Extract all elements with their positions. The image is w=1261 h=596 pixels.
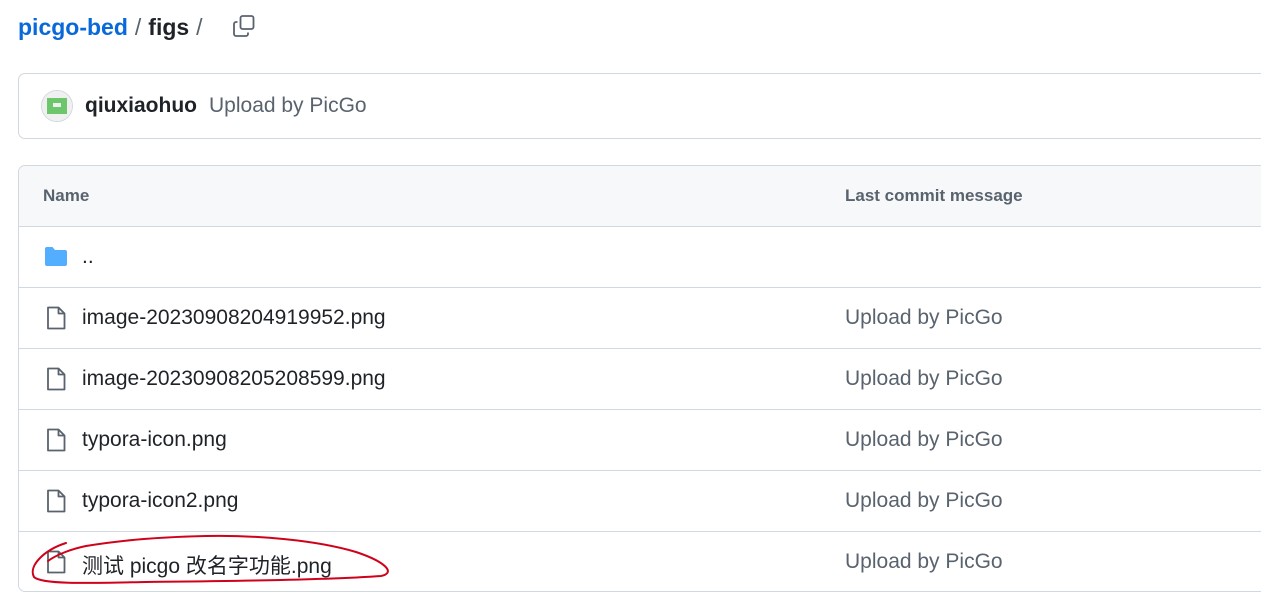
breadcrumb: picgo-bed / figs /: [18, 10, 210, 44]
identicon-avatar: [42, 91, 72, 121]
file-name-link[interactable]: typora-icon.png: [82, 428, 227, 452]
file-name-link[interactable]: typora-icon2.png: [82, 489, 238, 513]
file-commit-message-link[interactable]: Upload by PicGo: [845, 428, 1003, 452]
table-row: typora-icon2.png Upload by PicGo: [19, 471, 1261, 532]
file-name-link[interactable]: 测试 picgo 改名字功能.png: [82, 550, 332, 580]
breadcrumb-separator: /: [134, 13, 142, 40]
table-row: image-20230908204919952.png Upload by Pi…: [19, 288, 1261, 349]
file-icon: [43, 427, 69, 453]
copy-path-button[interactable]: [226, 8, 262, 44]
file-icon: [43, 305, 69, 331]
file-name-link[interactable]: image-20230908205208599.png: [82, 367, 386, 391]
parent-directory-row[interactable]: ..: [19, 227, 1261, 288]
file-commit-message-link[interactable]: Upload by PicGo: [845, 306, 1003, 330]
column-header-name: Name: [43, 186, 90, 205]
file-commit-message-link[interactable]: Upload by PicGo: [845, 550, 1003, 574]
table-row: typora-icon.png Upload by PicGo: [19, 410, 1261, 471]
latest-commit-box: qiuxiaohuo Upload by PicGo: [18, 73, 1261, 139]
author-avatar[interactable]: [41, 90, 73, 122]
breadcrumb-trailing-separator: /: [196, 13, 203, 40]
commit-message-link[interactable]: Upload by PicGo: [209, 94, 367, 118]
file-icon: [43, 549, 69, 575]
parent-directory-link[interactable]: ..: [82, 245, 94, 269]
file-commit-message-link[interactable]: Upload by PicGo: [845, 489, 1003, 513]
table-row: 测试 picgo 改名字功能.png Upload by PicGo: [19, 532, 1261, 591]
file-icon: [43, 488, 69, 514]
copy-icon: [233, 15, 255, 37]
file-table: Name Last commit message .. image-202309…: [18, 165, 1261, 592]
column-header-commit-message: Last commit message: [845, 186, 1023, 205]
breadcrumb-repo-link[interactable]: picgo-bed: [18, 14, 128, 41]
table-row: image-20230908205208599.png Upload by Pi…: [19, 349, 1261, 410]
file-name-link[interactable]: image-20230908204919952.png: [82, 306, 386, 330]
folder-icon: [43, 244, 69, 270]
table-header: Name Last commit message: [19, 166, 1261, 227]
breadcrumb-current-folder: figs: [148, 13, 190, 40]
file-commit-message-link[interactable]: Upload by PicGo: [845, 367, 1003, 391]
repo-directory-page: picgo-bed / figs / qiuxiaohuo Upload by …: [0, 0, 1261, 596]
file-icon: [43, 366, 69, 392]
commit-author-link[interactable]: qiuxiaohuo: [85, 94, 197, 118]
